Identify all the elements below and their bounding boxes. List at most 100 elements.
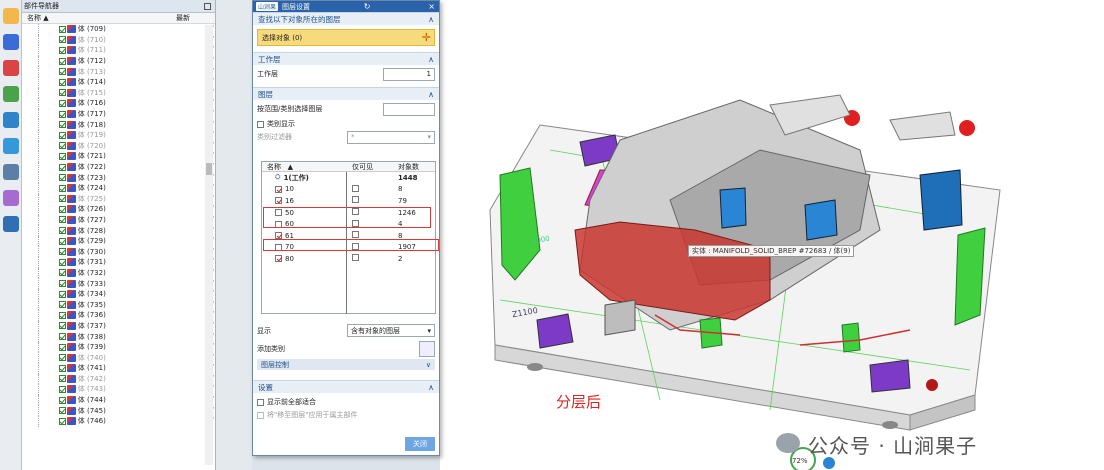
navigator-row[interactable]: 体 (723)✔: [22, 172, 215, 183]
layer-row[interactable]: 70 1907: [262, 242, 435, 254]
close-button[interactable]: 关闭: [405, 437, 435, 451]
crosshair-icon[interactable]: ✛: [422, 31, 431, 44]
visibility-checkbox[interactable]: [59, 385, 67, 393]
navigator-row[interactable]: 体 (735)✔: [22, 299, 215, 311]
visibility-checkbox[interactable]: [59, 205, 67, 213]
layer-visible-checkbox[interactable]: [275, 185, 282, 193]
find-section-header[interactable]: 查找以下对象所在的图层 ∧: [253, 12, 439, 25]
visibility-checkbox[interactable]: [59, 354, 67, 362]
navigator-row[interactable]: 体 (720)✔: [22, 140, 215, 152]
navigator-row[interactable]: 体 (721)✔: [22, 151, 215, 162]
visibility-checkbox[interactable]: [59, 174, 67, 182]
scroll-thumb[interactable]: [206, 163, 212, 175]
visibility-checkbox[interactable]: [59, 57, 67, 65]
visibility-checkbox[interactable]: [59, 269, 67, 277]
navigator-row[interactable]: 体 (730)✔: [22, 246, 215, 258]
navigator-row[interactable]: 体 (746)✔: [22, 415, 215, 427]
visible-only-checkbox[interactable]: [352, 219, 359, 227]
navigator-row[interactable]: 体 (726)✔: [22, 204, 215, 215]
display-select[interactable]: 含有对象的图层 ▾: [347, 324, 435, 337]
visibility-checkbox[interactable]: [59, 142, 67, 150]
navigator-row[interactable]: 体 (732)✔: [22, 267, 215, 279]
visibility-checkbox[interactable]: [59, 311, 67, 319]
visibility-checkbox[interactable]: [59, 322, 67, 330]
navigator-row[interactable]: 体 (713)✔: [22, 66, 215, 77]
visibility-checkbox[interactable]: [59, 99, 67, 107]
visibility-checkbox[interactable]: [59, 417, 67, 425]
select-object-field[interactable]: 选择对象 (0) ✛: [257, 29, 435, 46]
visibility-checkbox[interactable]: [59, 78, 67, 86]
navigator-row[interactable]: 体 (722)✔: [22, 161, 215, 173]
layer-visible-checkbox[interactable]: [275, 255, 282, 263]
navigator-row[interactable]: 体 (737)✔: [22, 320, 215, 332]
visibility-checkbox[interactable]: [59, 195, 67, 203]
visibility-checkbox[interactable]: [59, 248, 67, 256]
range-select-input[interactable]: [383, 102, 435, 116]
layer-row[interactable]: 10 8: [262, 184, 435, 196]
navigator-row[interactable]: 体 (742)✔: [22, 373, 215, 385]
navigator-row[interactable]: 体 (731)✔: [22, 257, 215, 268]
column-object-count[interactable]: 对象数: [395, 162, 435, 172]
navigator-row[interactable]: 体 (710)✔: [22, 34, 215, 46]
layer-visible-checkbox[interactable]: [275, 197, 282, 205]
visibility-checkbox[interactable]: [59, 375, 67, 383]
navigator-row[interactable]: 体 (716)✔: [22, 98, 215, 109]
navigator-row[interactable]: 体 (743)✔: [22, 384, 215, 395]
system-materials-icon[interactable]: [3, 216, 19, 232]
navigator-row[interactable]: 体 (741)✔: [22, 363, 215, 374]
reset-icon[interactable]: ↻: [364, 2, 371, 11]
layer-row[interactable]: 60 4: [262, 218, 435, 230]
column-latest[interactable]: 最新: [176, 13, 190, 23]
navigator-row[interactable]: 体 (745)✔: [22, 405, 215, 416]
visible-only-checkbox[interactable]: [352, 254, 359, 262]
apply-owner-checkbox[interactable]: [257, 411, 264, 419]
visibility-checkbox[interactable]: [59, 131, 67, 139]
navigator-row[interactable]: 体 (739)✔: [22, 341, 215, 353]
visibility-checkbox[interactable]: [59, 121, 67, 129]
visibility-checkbox[interactable]: [59, 36, 67, 44]
navigator-row[interactable]: 体 (719)✔: [22, 129, 215, 141]
navigator-row[interactable]: 体 (744)✔: [22, 394, 215, 406]
reuse-library-icon[interactable]: [3, 86, 19, 102]
layer-visible-checkbox[interactable]: [275, 243, 282, 251]
visibility-checkbox[interactable]: [59, 364, 67, 372]
work-layer-section-header[interactable]: 工作层 ∧: [253, 52, 439, 65]
visibility-checkbox[interactable]: [59, 407, 67, 415]
show-all-checkbox[interactable]: [257, 398, 264, 406]
visible-only-checkbox[interactable]: [352, 196, 359, 204]
category-filter-select[interactable]: * ▾: [347, 130, 435, 144]
navigator-row[interactable]: 体 (734)✔: [22, 288, 215, 300]
layer-row[interactable]: 50 1246: [262, 207, 435, 219]
navigator-row[interactable]: 体 (733)✔: [22, 278, 215, 289]
visibility-checkbox[interactable]: [59, 258, 67, 266]
visibility-checkbox[interactable]: [59, 396, 67, 404]
visibility-checkbox[interactable]: [59, 301, 67, 309]
layer-row[interactable]: 80 2: [262, 253, 435, 265]
visibility-checkbox[interactable]: [59, 163, 67, 171]
layer-row[interactable]: 61 8: [262, 230, 435, 242]
navigator-scrollbar[interactable]: [205, 25, 213, 465]
navigator-row[interactable]: 体 (736)✔: [22, 310, 215, 321]
column-name[interactable]: 名称 ▲: [22, 13, 176, 23]
visible-only-checkbox[interactable]: [352, 184, 359, 192]
column-visible-only[interactable]: 仅可见: [347, 162, 395, 172]
navigator-row[interactable]: 体 (724)✔: [22, 182, 215, 194]
navigator-row[interactable]: 体 (729)✔: [22, 235, 215, 247]
visibility-checkbox[interactable]: [59, 152, 67, 160]
navigator-row[interactable]: 体 (725)✔: [22, 193, 215, 205]
visibility-checkbox[interactable]: [59, 110, 67, 118]
part-navigator-icon[interactable]: [3, 60, 19, 76]
visibility-checkbox[interactable]: [59, 46, 67, 54]
visibility-checkbox[interactable]: [59, 343, 67, 351]
category-display-checkbox[interactable]: [257, 120, 264, 128]
layer-section-header[interactable]: 图层 ∧: [253, 87, 439, 100]
web-browser-icon[interactable]: [3, 112, 19, 128]
layer-control-bar[interactable]: 图层控制 ∨: [257, 359, 435, 370]
constraint-navigator-icon[interactable]: [3, 34, 19, 50]
visibility-checkbox[interactable]: [59, 216, 67, 224]
history-icon[interactable]: [3, 138, 19, 154]
navigator-row[interactable]: 体 (740)✔: [22, 352, 215, 363]
add-category-icon[interactable]: [419, 340, 435, 357]
layer-visible-checkbox[interactable]: [275, 209, 282, 217]
visibility-checkbox[interactable]: [59, 280, 67, 288]
